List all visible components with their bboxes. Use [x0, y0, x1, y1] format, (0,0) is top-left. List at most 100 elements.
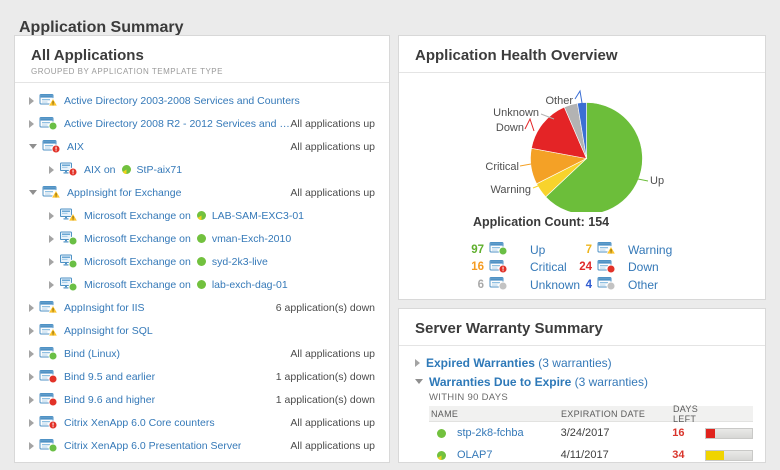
application-link[interactable]: Active Directory 2008 R2 - 2012 Services…	[64, 118, 290, 130]
application-status-text: All applications up	[290, 140, 375, 153]
pie-label-up: Up	[650, 175, 664, 187]
health-pie-chart: Up Warning Critical Down Unknown Other	[485, 89, 664, 212]
tree-row: AppInsight for Exchange All applications …	[15, 181, 389, 204]
days-left-bar	[705, 427, 754, 439]
warranty-table-header: NAME EXPIRATION DATE DAYS LEFT	[429, 403, 753, 424]
application-status-text: 6 application(s) down	[275, 301, 375, 314]
host-link[interactable]: LAB-SAM-EXC3-01	[212, 210, 304, 222]
application-link[interactable]: Citrix XenApp 6.0 Core counters	[64, 417, 215, 429]
legend-count: 97	[471, 243, 484, 256]
application-link[interactable]: Microsoft Exchange on	[84, 233, 191, 245]
expiration-date: 3/24/2017	[560, 427, 610, 439]
server-status-icon	[431, 450, 452, 461]
node-status-icon	[121, 165, 131, 174]
application-link[interactable]: Bind (Linux)	[64, 348, 120, 360]
chevron-right-icon[interactable]	[29, 96, 34, 105]
application-link[interactable]: Bind 9.6 and higher	[64, 394, 155, 406]
legend-link-other[interactable]: Other	[628, 278, 658, 292]
chevron-right-icon[interactable]	[49, 234, 54, 243]
warranties-due-link[interactable]: Warranties Due to Expire	[429, 375, 571, 389]
chevron-right-icon[interactable]	[29, 418, 34, 427]
application-link[interactable]: Citrix XenApp 6.0 Presentation Server	[64, 440, 241, 452]
legend-item-other: 4 Other	[574, 276, 754, 294]
chevron-right-icon[interactable]	[29, 441, 34, 450]
tree-row: Bind 9.6 and higher 1 application(s) down	[15, 388, 389, 411]
warranty-section-expired[interactable]: Expired Warranties (3 warranties)	[415, 353, 749, 372]
application-status-text: 1 application(s) down	[275, 370, 375, 383]
application-link[interactable]: Microsoft Exchange on	[84, 210, 191, 222]
node-status-icon	[437, 450, 446, 460]
application-link[interactable]: AppInsight for IIS	[64, 302, 145, 314]
tree-row: Bind 9.5 and earlier 1 application(s) dow…	[15, 365, 389, 388]
legend-count: 6	[477, 278, 484, 291]
legend-link-critical[interactable]: Critical	[530, 260, 567, 274]
all-applications-header: All Applications GROUPED BY APPLICATION …	[15, 36, 389, 83]
chevron-down-icon[interactable]	[415, 379, 423, 384]
application-link[interactable]: Bind 9.5 and earlier	[64, 371, 155, 383]
pie-leader-up	[637, 178, 649, 182]
expired-warranties-count: (3 warranties)	[534, 355, 612, 370]
application-template-icon	[39, 393, 58, 407]
pie-label-other: Other	[545, 95, 573, 107]
application-link[interactable]: AIX on	[84, 164, 116, 176]
chevron-right-icon[interactable]	[49, 280, 54, 289]
chevron-down-icon[interactable]	[29, 190, 37, 195]
chevron-right-icon[interactable]	[49, 257, 54, 266]
application-status-text: All applications up	[290, 347, 375, 360]
application-template-icon	[42, 186, 61, 199]
warranty-section-due[interactable]: Warranties Due to Expire (3 warranties)	[415, 372, 749, 391]
chevron-right-icon[interactable]	[29, 372, 34, 381]
legend-link-warning[interactable]: Warning	[628, 243, 672, 257]
tree-row: Active Directory 2008 R2 - 2012 Services…	[15, 112, 389, 135]
application-template-icon	[39, 416, 58, 430]
application-link[interactable]: AppInsight for SQL	[64, 325, 153, 337]
legend-count: 7	[585, 243, 592, 256]
expired-warranties-link[interactable]: Expired Warranties	[426, 356, 535, 370]
tree-row: Bind (Linux) All applications up	[15, 342, 389, 365]
application-template-icon	[39, 117, 58, 131]
chevron-right-icon[interactable]	[49, 211, 54, 220]
health-header: Application Health Overview	[399, 36, 765, 73]
chevron-right-icon[interactable]	[29, 119, 34, 128]
application-link[interactable]: Active Directory 2003-2008 Services and …	[64, 95, 300, 107]
expiration-date: 4/11/2017	[560, 449, 609, 461]
tree-row: Microsoft Exchange on lab-exch-dag-01	[15, 273, 389, 296]
column-header-days-left: DAYS LEFT	[673, 403, 699, 424]
application-template-icon	[39, 347, 58, 361]
legend-link-up[interactable]: Up	[530, 243, 545, 257]
warranties-due-count: (3 warranties)	[571, 374, 648, 389]
server-link[interactable]: OLAP7	[457, 449, 492, 461]
legend-link-unknown[interactable]: Unknown	[530, 278, 580, 292]
application-template-icon	[39, 94, 58, 107]
chevron-down-icon[interactable]	[29, 144, 37, 149]
chevron-right-icon[interactable]	[29, 326, 34, 335]
chevron-right-icon[interactable]	[29, 395, 34, 404]
legend-link-down[interactable]: Down	[628, 260, 659, 274]
application-template-icon	[597, 242, 617, 255]
application-link[interactable]: Microsoft Exchange on	[84, 256, 191, 268]
application-link[interactable]: AppInsight for Exchange	[67, 187, 181, 199]
host-link[interactable]: StP-aix71	[137, 164, 183, 176]
application-status-text: All applications up	[290, 439, 375, 452]
pie-leader-other	[574, 89, 583, 104]
application-link[interactable]: Microsoft Exchange on	[84, 279, 191, 291]
application-template-icon	[39, 324, 58, 337]
tree-row: AppInsight for IIS 6 application(s) down	[15, 296, 389, 319]
chevron-right-icon[interactable]	[29, 349, 34, 358]
chevron-right-icon[interactable]	[415, 358, 420, 367]
host-link[interactable]: lab-exch-dag-01	[212, 279, 288, 291]
server-link[interactable]: stp-2k8-fchba	[457, 427, 524, 439]
application-link[interactable]: AIX	[67, 141, 84, 153]
node-status-icon	[196, 257, 206, 266]
host-link[interactable]: syd-2k3-live	[212, 256, 268, 268]
all-applications-panel: All Applications GROUPED BY APPLICATION …	[14, 35, 390, 463]
node-status-icon	[196, 234, 206, 243]
column-header-name: NAME	[431, 408, 459, 419]
application-status-text: All applications up	[290, 186, 375, 199]
chevron-right-icon[interactable]	[29, 303, 34, 312]
tree-row: AIX on StP-aix71	[15, 158, 389, 181]
legend-item-warning: 7 Warning	[574, 241, 754, 259]
host-link[interactable]: vman-Exch-2010	[212, 233, 291, 245]
chevron-right-icon[interactable]	[49, 165, 54, 174]
health-title: Application Health Overview	[415, 47, 618, 64]
